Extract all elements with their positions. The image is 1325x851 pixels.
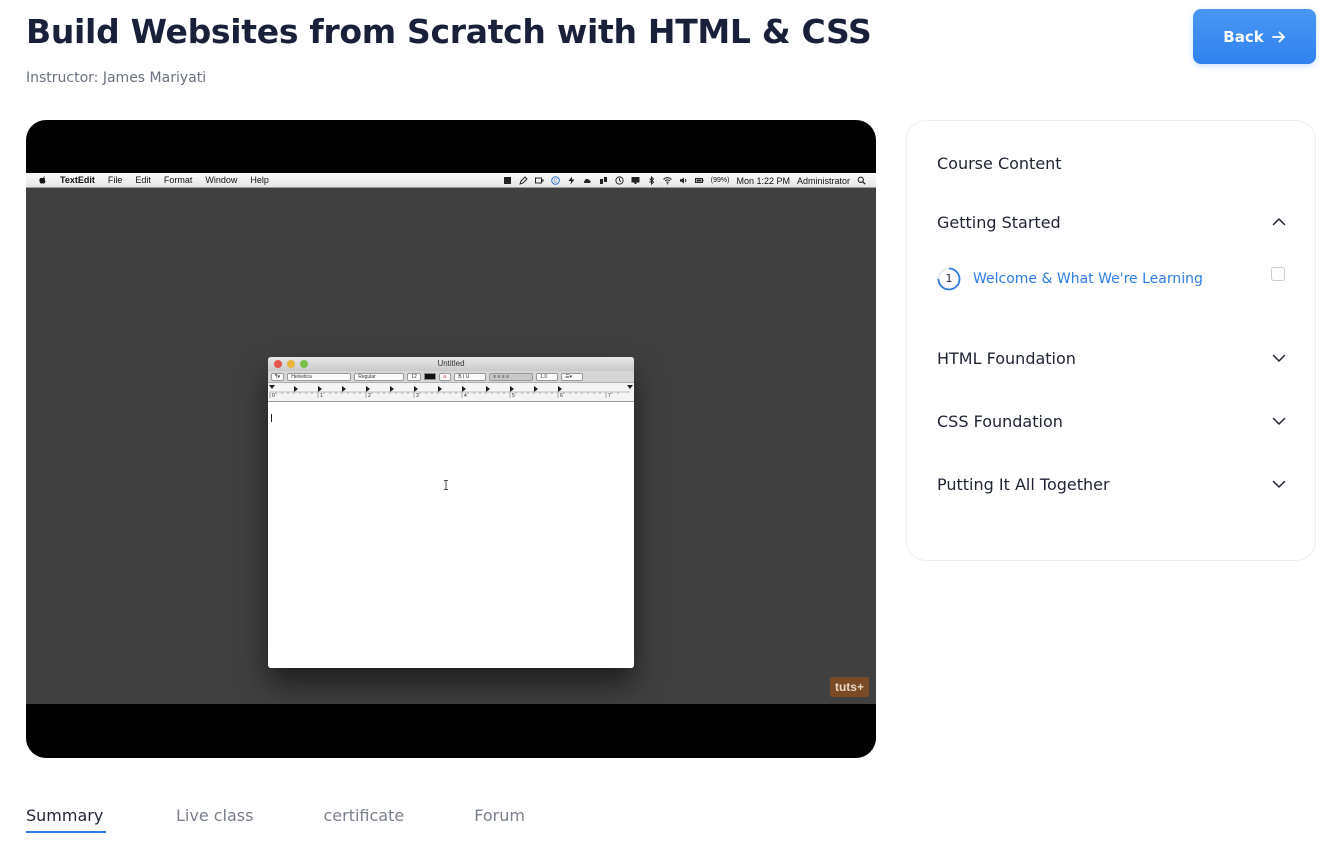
tab-summary[interactable]: Summary [26,806,106,836]
textedit-ruler: 0 1 2 3 4 5 6 7 [268,383,634,402]
svg-text:C: C [553,178,557,184]
menubar-file: File [107,175,123,185]
thumbs-icon [599,177,607,184]
bold-italic-underline-icons: B I U [454,372,487,381]
minimize-dot-icon [287,360,295,368]
mac-menubar: TextEdit File Edit Format Window Help C … [26,173,876,188]
tab-forum[interactable]: Forum [474,806,525,836]
ruler-number: 2 [368,393,371,399]
section-putting-it-all-together[interactable]: Putting It All Together [937,472,1287,496]
paragraph-style-icon: ¶▾ [271,372,285,381]
textedit-document [268,410,634,668]
section-label: HTML Foundation [937,348,1076,368]
tab-certificate[interactable]: certificate [323,806,404,836]
section-css-foundation[interactable]: CSS Foundation [937,409,1287,433]
menubar-format: Format [163,175,193,185]
text-caret [271,414,272,422]
apple-logo-icon [39,176,46,184]
video-desktop: Untitled ¶▾ Helvetica Regular 12 a B I U… [26,188,876,704]
display-icon [631,177,640,184]
lesson-title: Welcome & What We're Learning [973,271,1203,287]
font-style-select: Regular [354,372,405,381]
instructor-name: Instructor: James Mariyati [26,70,207,86]
cloud-icon [583,178,591,183]
highlight-swatch-icon: a [439,372,452,381]
wifi-icon [662,177,672,185]
ruler-number: 7 [608,393,611,399]
lesson-complete-checkbox[interactable] [1271,267,1285,281]
chevron-down-icon[interactable] [1271,476,1287,492]
font-family-select: Helvetica [287,372,352,381]
chevron-down-icon[interactable] [1271,413,1287,429]
course-content-title: Course Content [937,154,1062,173]
section-getting-started[interactable]: Getting Started [937,210,1287,234]
ruler-number: 0 [272,393,275,399]
menubar-user: Administrator [796,175,850,186]
textedit-toolbar: ¶▾ Helvetica Regular 12 a B I U ≡ ≡ ≡ ≡ … [268,371,634,383]
battery-percent: (99%) [710,177,730,184]
menubar-app-name: TextEdit [60,175,95,185]
back-button[interactable]: Back [1193,9,1316,64]
stop-icon [503,177,511,184]
text-color-swatch-icon [424,373,437,380]
section-label: Getting Started [937,212,1061,232]
spotlight-search-icon [857,176,866,185]
section-label: Putting It All Together [937,474,1110,494]
list-style-icon: ☰▾ [561,372,584,381]
close-dot-icon [274,360,282,368]
textedit-titlebar: Untitled [268,357,634,371]
chevron-up-icon[interactable] [1271,214,1287,230]
video-player[interactable]: TextEdit File Edit Format Window Help C … [26,120,876,758]
alignment-icons: ≡ ≡ ≡ ≡ [489,372,534,381]
pencil-icon [518,176,528,185]
lesson-number: 1 [945,272,953,285]
ruler-number: 5 [512,393,515,399]
tuts-plus-watermark: tuts+ [830,677,869,697]
lightning-icon [568,176,575,185]
menubar-window: Window [205,175,238,185]
ruler-number: 3 [416,393,419,399]
page-title: Build Websites from Scratch with HTML & … [26,12,872,51]
lesson-progress-ring: 1 [937,267,961,291]
textedit-window-title: Untitled [437,359,465,368]
tab-live-class[interactable]: Live class [176,806,253,836]
textedit-window: Untitled ¶▾ Helvetica Regular 12 a B I U… [268,357,634,668]
menubar-clock: Mon 1:22 PM [736,175,790,186]
volume-icon [679,177,687,184]
ruler-number: 6 [560,393,563,399]
line-spacing-select: 1.0 [536,372,559,381]
clock-icon [615,176,624,185]
ibeam-cursor-icon [444,480,448,490]
chevron-down-icon[interactable] [1271,350,1287,366]
back-button-label: Back [1223,27,1264,46]
camera-icon [534,177,544,184]
lesson-item[interactable]: 1 Welcome & What We're Learning [937,265,1287,293]
battery-icon [694,178,704,183]
bluetooth-icon [648,176,654,185]
font-size-field: 12 [407,372,422,381]
menubar-help: Help [250,175,269,185]
menubar-status-area: C (99%) Mon 1:22 PM Administrator [503,173,866,188]
arrow-right-icon [1271,31,1285,42]
ruler-number: 4 [464,393,467,399]
section-label: CSS Foundation [937,411,1063,431]
ruler-number: 1 [320,393,323,399]
course-tabs: Summary Live class certificate Forum [26,806,525,836]
menubar-edit: Edit [135,175,151,185]
course-content-panel: Course Content Getting Started 1 Welcome… [906,120,1316,561]
section-html-foundation[interactable]: HTML Foundation [937,346,1287,370]
zoom-dot-icon [300,360,308,368]
screen-recorder-icon: C [550,176,560,185]
